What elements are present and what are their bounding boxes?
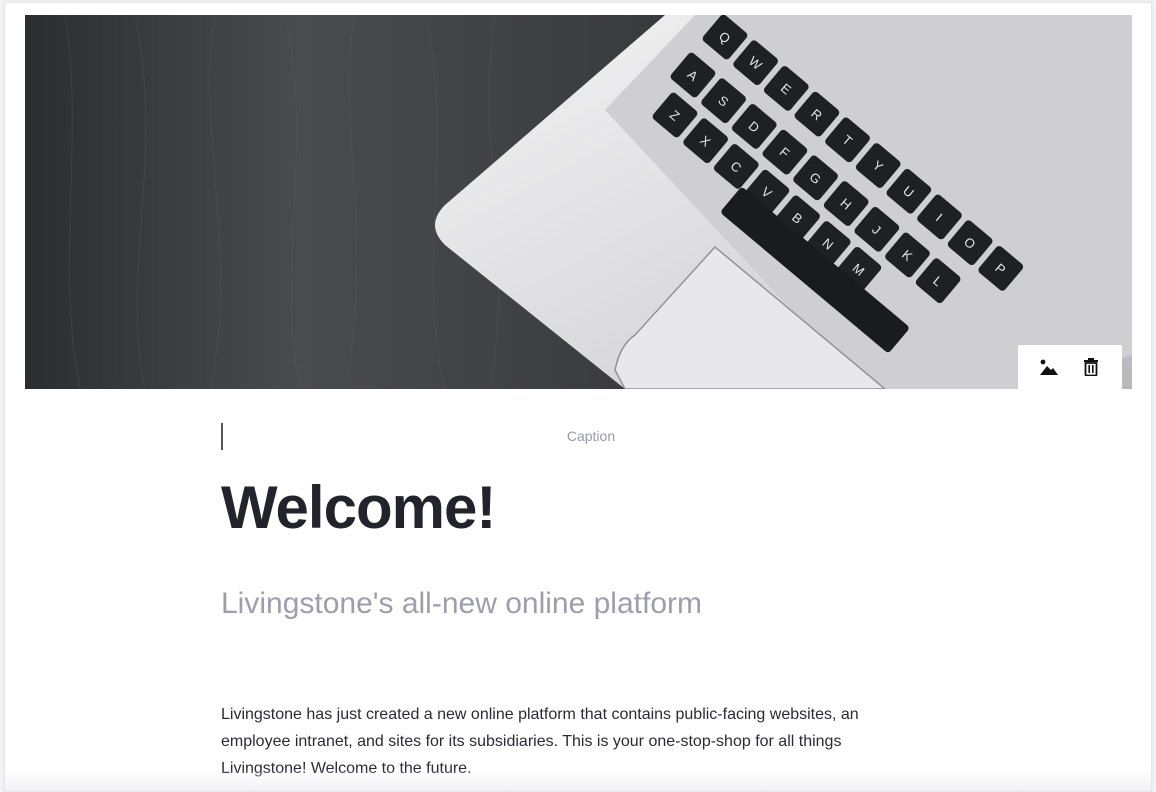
delete-image-button[interactable] [1076, 352, 1106, 382]
laptop-photo: QWERTYUIOPASDFGHJKLZXCVBNM [25, 15, 1132, 389]
change-image-button[interactable] [1034, 352, 1064, 382]
caption-row[interactable]: Caption [221, 423, 961, 451]
body-paragraph[interactable]: Livingstone has just created a new onlin… [221, 701, 911, 782]
image-toolbar [1018, 345, 1122, 389]
editor-page: QWERTYUIOPASDFGHJKLZXCVBNM Caption Welco… [4, 2, 1152, 792]
image-icon [1040, 359, 1058, 375]
page-title[interactable]: Welcome! [221, 473, 496, 542]
trash-icon [1084, 358, 1098, 376]
caption-placeholder[interactable]: Caption [221, 428, 961, 444]
page-subtitle[interactable]: Livingstone's all-new online platform [221, 587, 702, 621]
hero-image[interactable]: QWERTYUIOPASDFGHJKLZXCVBNM [25, 15, 1132, 389]
